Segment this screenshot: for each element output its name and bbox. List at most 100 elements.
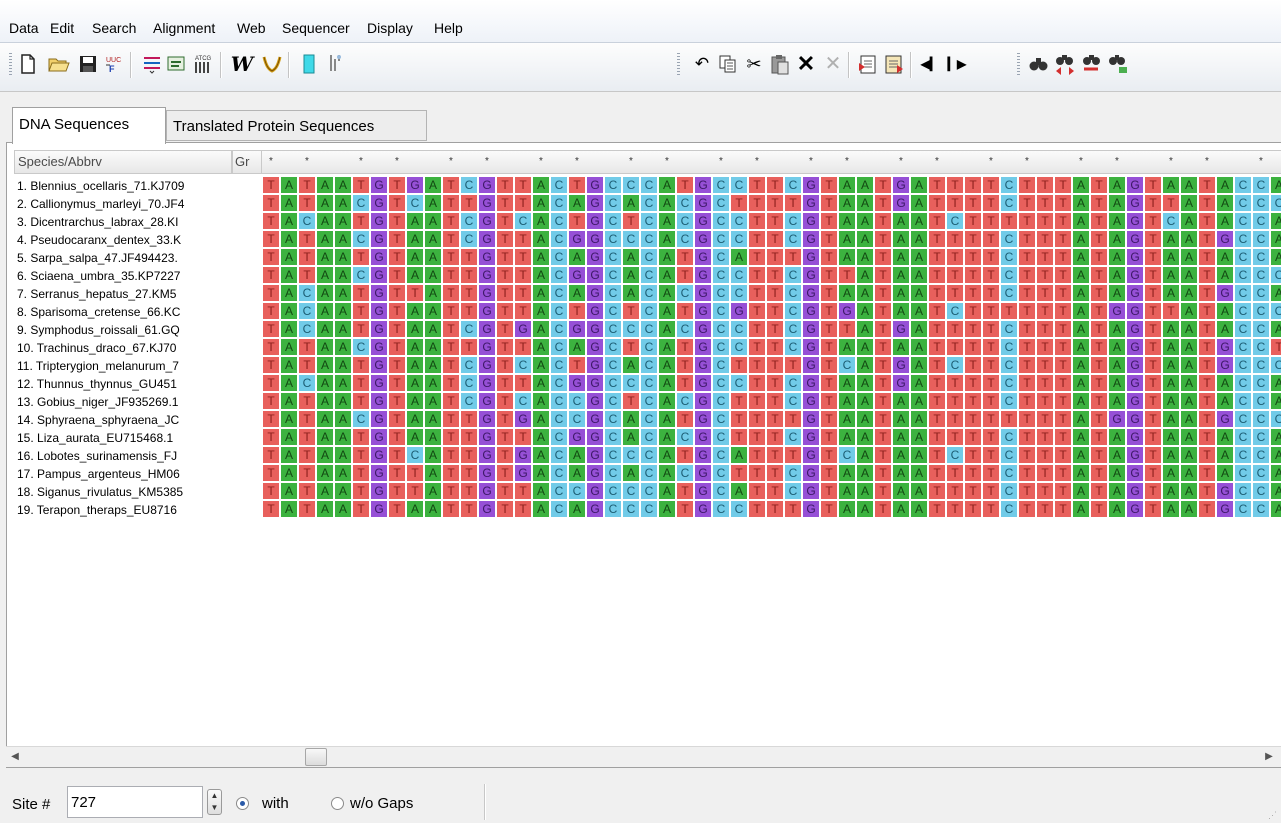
nucleotide-cell[interactable]: A	[893, 393, 911, 411]
nucleotide-cell[interactable]: A	[857, 465, 875, 483]
menu-help[interactable]: Help	[433, 19, 464, 37]
nucleotide-cell[interactable]: C	[605, 321, 623, 339]
nucleotide-cell[interactable]: T	[515, 285, 533, 303]
nucleotide-cell[interactable]: C	[605, 231, 623, 249]
nucleotide-cell[interactable]: T	[749, 483, 767, 501]
nucleotide-cell[interactable]: T	[929, 213, 947, 231]
nucleotide-cell[interactable]: C	[1271, 195, 1281, 213]
nucleotide-cell[interactable]: A	[839, 429, 857, 447]
nucleotide-cell[interactable]: G	[1217, 357, 1235, 375]
nucleotide-cell[interactable]: A	[1073, 393, 1091, 411]
nucleotide-cell[interactable]: G	[371, 231, 389, 249]
nucleotide-cell[interactable]: T	[515, 429, 533, 447]
nucleotide-cell[interactable]: T	[1019, 195, 1037, 213]
nucleotide-cell[interactable]: T	[983, 231, 1001, 249]
nucleotide-cell[interactable]: A	[1109, 393, 1127, 411]
nucleotide-cell[interactable]: C	[1235, 411, 1253, 429]
nucleotide-cell[interactable]: T	[515, 339, 533, 357]
species-row[interactable]: 2. Callionymus_marleyi_70.JF4	[14, 195, 262, 213]
nucleotide-cell[interactable]: T	[947, 429, 965, 447]
nucleotide-cell[interactable]: C	[461, 393, 479, 411]
nucleotide-cell[interactable]: A	[317, 483, 335, 501]
nucleotide-cell[interactable]: T	[767, 375, 785, 393]
nucleotide-cell[interactable]: C	[461, 375, 479, 393]
nucleotide-cell[interactable]: A	[911, 213, 929, 231]
nucleotide-cell[interactable]: C	[551, 429, 569, 447]
nucleotide-cell[interactable]: C	[677, 429, 695, 447]
nucleotide-cell[interactable]: C	[605, 411, 623, 429]
nucleotide-cell[interactable]: A	[533, 267, 551, 285]
nucleotide-cell[interactable]: G	[695, 195, 713, 213]
nucleotide-cell[interactable]: G	[695, 285, 713, 303]
move-right-icon[interactable]: ▎▶	[945, 52, 969, 76]
nucleotide-cell[interactable]: C	[1253, 375, 1271, 393]
nucleotide-cell[interactable]: G	[803, 285, 821, 303]
nucleotide-cell[interactable]: T	[1019, 321, 1037, 339]
nucleotide-cell[interactable]: T	[263, 393, 281, 411]
nucleotide-cell[interactable]: A	[533, 231, 551, 249]
nucleotide-cell[interactable]: C	[785, 375, 803, 393]
nucleotide-cell[interactable]: T	[1055, 285, 1073, 303]
nucleotide-cell[interactable]: A	[1163, 465, 1181, 483]
nucleotide-cell[interactable]: T	[1055, 339, 1073, 357]
nucleotide-cell[interactable]: A	[533, 213, 551, 231]
nucleotide-cell[interactable]: T	[1091, 447, 1109, 465]
nucleotide-cell[interactable]: C	[1253, 483, 1271, 501]
nucleotide-cell[interactable]: C	[551, 303, 569, 321]
nucleotide-cell[interactable]: T	[947, 483, 965, 501]
nucleotide-cell[interactable]: A	[335, 411, 353, 429]
nucleotide-cell[interactable]: C	[641, 429, 659, 447]
nucleotide-cell[interactable]: T	[389, 447, 407, 465]
nucleotide-cell[interactable]: C	[713, 213, 731, 231]
nucleotide-cell[interactable]: C	[1253, 177, 1271, 195]
nucleotide-cell[interactable]: A	[425, 303, 443, 321]
nucleotide-cell[interactable]: T	[947, 375, 965, 393]
nucleotide-cell[interactable]: T	[1019, 267, 1037, 285]
nucleotide-cell[interactable]: G	[1217, 411, 1235, 429]
nucleotide-cell[interactable]: T	[1055, 501, 1073, 519]
nucleotide-cell[interactable]: A	[281, 213, 299, 231]
trace-icon[interactable]	[323, 52, 347, 76]
nucleotide-cell[interactable]: A	[1109, 339, 1127, 357]
nucleotide-cell[interactable]: T	[1199, 285, 1217, 303]
nucleotide-cell[interactable]: T	[299, 249, 317, 267]
nucleotide-cell[interactable]: T	[443, 357, 461, 375]
nucleotide-cell[interactable]: A	[1163, 339, 1181, 357]
nucleotide-cell[interactable]: G	[695, 429, 713, 447]
nucleotide-cell[interactable]: T	[461, 465, 479, 483]
nucleotide-cell[interactable]: A	[1271, 249, 1281, 267]
nucleotide-cell[interactable]: C	[1001, 249, 1019, 267]
nucleotide-cell[interactable]: A	[1271, 285, 1281, 303]
nucleotide-cell[interactable]: G	[479, 357, 497, 375]
nucleotide-cell[interactable]: T	[767, 213, 785, 231]
nucleotide-cell[interactable]: T	[1037, 303, 1055, 321]
nucleotide-cell[interactable]: G	[695, 447, 713, 465]
nucleotide-cell[interactable]: C	[569, 411, 587, 429]
nucleotide-cell[interactable]: T	[461, 429, 479, 447]
nucleotide-cell[interactable]: T	[875, 447, 893, 465]
nucleotide-cell[interactable]: A	[1073, 357, 1091, 375]
nucleotide-cell[interactable]: T	[1019, 447, 1037, 465]
nucleotide-cell[interactable]: T	[389, 375, 407, 393]
nucleotide-cell[interactable]: A	[317, 231, 335, 249]
nucleotide-cell[interactable]: C	[641, 267, 659, 285]
nucleotide-cell[interactable]: T	[749, 267, 767, 285]
nucleotide-cell[interactable]: A	[839, 465, 857, 483]
nucleotide-cell[interactable]: T	[767, 231, 785, 249]
nucleotide-cell[interactable]: T	[929, 393, 947, 411]
nucleotide-cell[interactable]: A	[335, 303, 353, 321]
nucleotide-cell[interactable]: A	[1271, 447, 1281, 465]
nucleotide-cell[interactable]: T	[1091, 285, 1109, 303]
nucleotide-cell[interactable]: A	[1217, 465, 1235, 483]
nucleotide-cell[interactable]: T	[947, 501, 965, 519]
nucleotide-cell[interactable]: C	[1235, 357, 1253, 375]
nucleotide-cell[interactable]: A	[659, 267, 677, 285]
nucleotide-cell[interactable]: A	[281, 411, 299, 429]
nucleotide-cell[interactable]: A	[1217, 393, 1235, 411]
nucleotide-cell[interactable]: C	[1235, 375, 1253, 393]
scroll-right-arrow-icon[interactable]: ▶	[1262, 750, 1276, 764]
nucleotide-cell[interactable]: A	[1073, 231, 1091, 249]
nucleotide-cell[interactable]: G	[587, 411, 605, 429]
sequencer-atcg-icon[interactable]: ATCG	[191, 52, 215, 76]
nucleotide-cell[interactable]: C	[641, 357, 659, 375]
